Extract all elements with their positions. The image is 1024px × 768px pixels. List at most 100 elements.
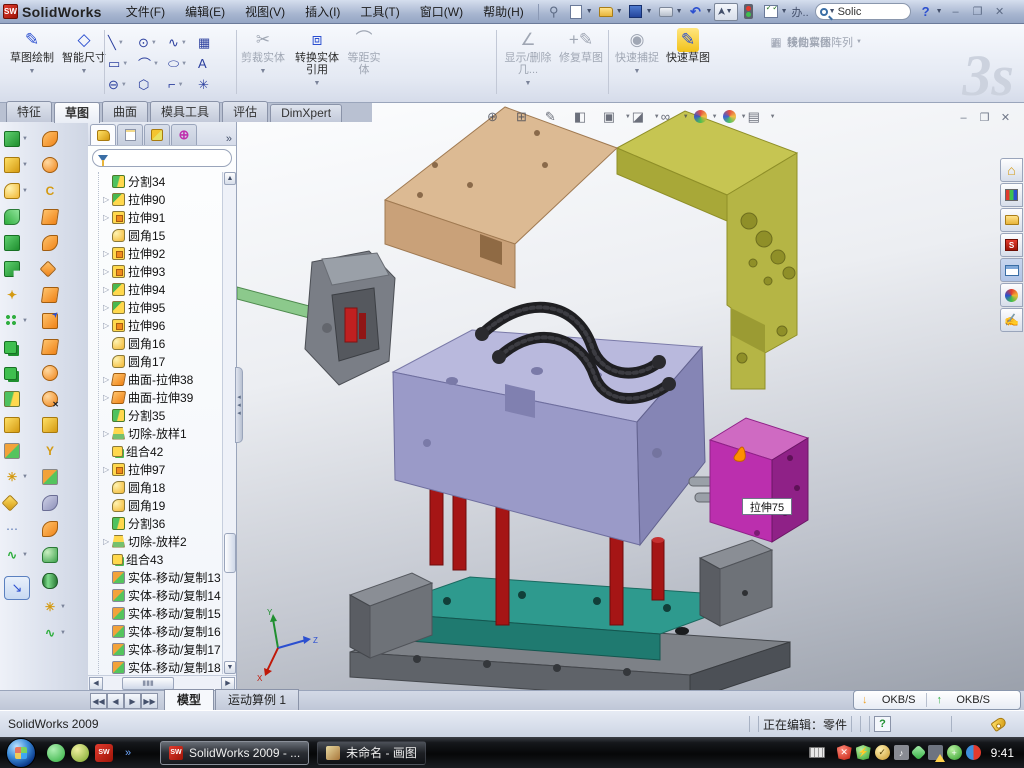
toolbar-icon[interactable]: C bbox=[42, 183, 58, 199]
study-tab[interactable]: 模型 bbox=[164, 689, 214, 710]
sketch-pattern-button[interactable]: ⇔ 移动实体▼ bbox=[768, 32, 872, 52]
tree-item[interactable]: ▷ 拉伸94 bbox=[103, 280, 222, 298]
hud-view-icon[interactable]: ⊕ bbox=[487, 107, 508, 126]
tree-item[interactable]: ▷ 实体-移动/复制18 bbox=[103, 658, 222, 674]
menu-item[interactable]: 编辑(E) bbox=[175, 0, 235, 23]
toolbar-icon[interactable]: ✳ bbox=[42, 599, 58, 615]
sketch-button[interactable]: ✎ 草图绘制▼ bbox=[6, 28, 58, 78]
scroll-left-arrow[interactable]: ◀ bbox=[89, 677, 103, 690]
doc-restore-button[interactable]: ❐ bbox=[974, 109, 995, 126]
doc-close-button[interactable]: ✕ bbox=[995, 109, 1016, 126]
tree-item[interactable]: ▷ 拉伸93 bbox=[103, 262, 222, 280]
search-dropdown[interactable]: ▼ bbox=[829, 8, 836, 15]
undo-button[interactable]: ↶ bbox=[686, 3, 706, 21]
quick-snaps-button[interactable]: ◉ 快速捕捉▼ bbox=[614, 28, 660, 78]
hud-view-icon[interactable] bbox=[690, 107, 711, 126]
sketch-entity-button[interactable]: A▼ bbox=[198, 53, 228, 74]
tree-item[interactable]: ▷ 组合43 bbox=[103, 550, 222, 568]
toolbar-icon[interactable]: ✳ bbox=[4, 469, 20, 485]
menu-item[interactable]: 视图(V) bbox=[235, 0, 295, 23]
toolbar-icon[interactable]: ∿ bbox=[42, 625, 58, 641]
expand-arrow-icon[interactable]: ▷ bbox=[103, 213, 112, 222]
toolbar-icon[interactable] bbox=[42, 547, 58, 563]
start-button[interactable] bbox=[6, 738, 36, 768]
tree-item[interactable]: ▷ 拉伸90 bbox=[103, 190, 222, 208]
toolbar-icon[interactable] bbox=[42, 313, 58, 329]
restore-button[interactable]: ❐ bbox=[969, 4, 987, 20]
network-speed-widget[interactable]: ↓ OKB/S ↑ OKB/S bbox=[853, 690, 1021, 710]
expand-arrow-icon[interactable]: ▷ bbox=[103, 537, 112, 546]
task-pane-button[interactable]: S bbox=[1000, 233, 1023, 257]
tray-icon[interactable]: ⚡ bbox=[856, 745, 871, 760]
toolbar-icon[interactable] bbox=[42, 417, 58, 433]
toolbar-icon[interactable]: ⋯ bbox=[4, 521, 20, 537]
tree-item[interactable]: ▷ 圆角18 bbox=[103, 478, 222, 496]
doc-minimize-button[interactable]: – bbox=[953, 109, 974, 126]
expand-arrow-icon[interactable]: ▷ bbox=[103, 303, 112, 312]
expand-arrow-icon[interactable]: ▷ bbox=[103, 465, 112, 474]
tree-item[interactable]: ▷ 切除-放样2 bbox=[103, 532, 222, 550]
sketch-entity-button[interactable]: ⬭▼ bbox=[168, 53, 198, 74]
hud-view-icon[interactable]: ⊞ bbox=[516, 107, 537, 126]
pin-icon[interactable]: ⚲ bbox=[544, 3, 564, 21]
toolbar-icon[interactable] bbox=[42, 157, 58, 173]
help-button[interactable]: ? bbox=[916, 3, 936, 21]
expand-arrow-icon[interactable]: ▷ bbox=[103, 249, 112, 258]
trim-entities-button[interactable]: ✂ 剪裁实体▼ bbox=[240, 28, 286, 78]
tree-item[interactable]: ▷ 拉伸96 bbox=[103, 316, 222, 334]
command-manager-tab[interactable]: 评估 bbox=[222, 101, 268, 122]
task-pane-button[interactable] bbox=[1000, 283, 1023, 307]
expand-arrow-icon[interactable]: ▷ bbox=[103, 429, 112, 438]
expand-arrow-icon[interactable]: ▷ bbox=[103, 195, 112, 204]
repair-sketch-button[interactable]: +✎ 修复草图 bbox=[558, 28, 604, 64]
rebuild-button[interactable] bbox=[739, 3, 759, 21]
toolbar-icon[interactable] bbox=[4, 367, 17, 380]
quick-launch-icon[interactable]: SW bbox=[95, 744, 113, 762]
graphics-viewport[interactable]: Y Z X ⊕ ▼ ⊞ ▼ ✎ ▼ ◧ ▼ bbox=[237, 103, 1024, 690]
dimxpert-manager-tab[interactable]: ⊕ bbox=[171, 124, 197, 145]
tray-icon[interactable] bbox=[928, 745, 943, 760]
toolbar-icon[interactable]: ✦ bbox=[4, 287, 20, 303]
measure-tool-button[interactable]: ↘ bbox=[4, 570, 30, 600]
sketch-entity-button[interactable]: ⊙▼ bbox=[138, 32, 168, 53]
toolbar-icon[interactable] bbox=[4, 417, 20, 433]
feature-manager-tab[interactable] bbox=[90, 124, 116, 145]
tree-item[interactable]: ▷ 拉伸95 bbox=[103, 298, 222, 316]
save-button[interactable] bbox=[626, 3, 646, 21]
tree-item[interactable]: ▷ 圆角17 bbox=[103, 352, 222, 370]
misc-toolbar-label[interactable]: 办.. bbox=[792, 4, 809, 20]
hud-view-icon[interactable] bbox=[719, 107, 740, 126]
task-pane-button[interactable]: ⌂ bbox=[1000, 158, 1023, 182]
toolbar-icon[interactable] bbox=[42, 469, 58, 485]
study-tab[interactable]: 运动算例 1 bbox=[215, 689, 299, 710]
scroll-down-arrow[interactable]: ▼ bbox=[224, 661, 236, 674]
rapid-sketch-button[interactable]: ✎ 快速草图 bbox=[664, 28, 712, 64]
new-document-button[interactable] bbox=[566, 3, 586, 21]
hud-view-icon[interactable]: ▤ bbox=[748, 107, 769, 126]
display-delete-relations-button[interactable]: ∠ 显示/删除几...▼ bbox=[502, 28, 554, 90]
minimize-button[interactable]: – bbox=[947, 4, 965, 20]
expand-arrow-icon[interactable]: ▷ bbox=[103, 321, 112, 330]
menu-item[interactable]: 插入(I) bbox=[295, 0, 350, 23]
command-manager-tab[interactable]: 特征 bbox=[6, 101, 52, 122]
toolbar-icon[interactable] bbox=[4, 235, 20, 251]
toolbar-icon[interactable] bbox=[4, 209, 20, 225]
open-button[interactable] bbox=[596, 3, 616, 21]
menu-item[interactable]: 帮助(H) bbox=[473, 0, 534, 23]
configuration-manager-tab[interactable] bbox=[144, 124, 170, 145]
tree-item[interactable]: ▷ 实体-移动/复制16 bbox=[103, 622, 222, 640]
study-nav-button[interactable]: ▶▶ bbox=[141, 693, 158, 709]
toolbar-icon[interactable] bbox=[4, 443, 20, 459]
menu-item[interactable]: 窗口(W) bbox=[410, 0, 473, 23]
tree-item[interactable]: ▷ 拉伸92 bbox=[103, 244, 222, 262]
command-manager-tab[interactable]: 草图 bbox=[54, 102, 100, 123]
panel-overflow-button[interactable]: » bbox=[226, 133, 232, 145]
tree-item[interactable]: ▷ 实体-移动/复制17 bbox=[103, 640, 222, 658]
toolbar-icon[interactable] bbox=[40, 261, 57, 278]
hud-view-icon[interactable]: ◧ bbox=[574, 107, 595, 126]
sketch-entity-button[interactable]: ∿▼ bbox=[168, 32, 198, 53]
tree-item[interactable]: ▷ 圆角15 bbox=[103, 226, 222, 244]
tray-icon[interactable]: ✕ bbox=[837, 745, 852, 760]
tree-item[interactable]: ▷ 曲面-拉伸38 bbox=[103, 370, 222, 388]
scroll-up-arrow[interactable]: ▲ bbox=[224, 172, 236, 185]
